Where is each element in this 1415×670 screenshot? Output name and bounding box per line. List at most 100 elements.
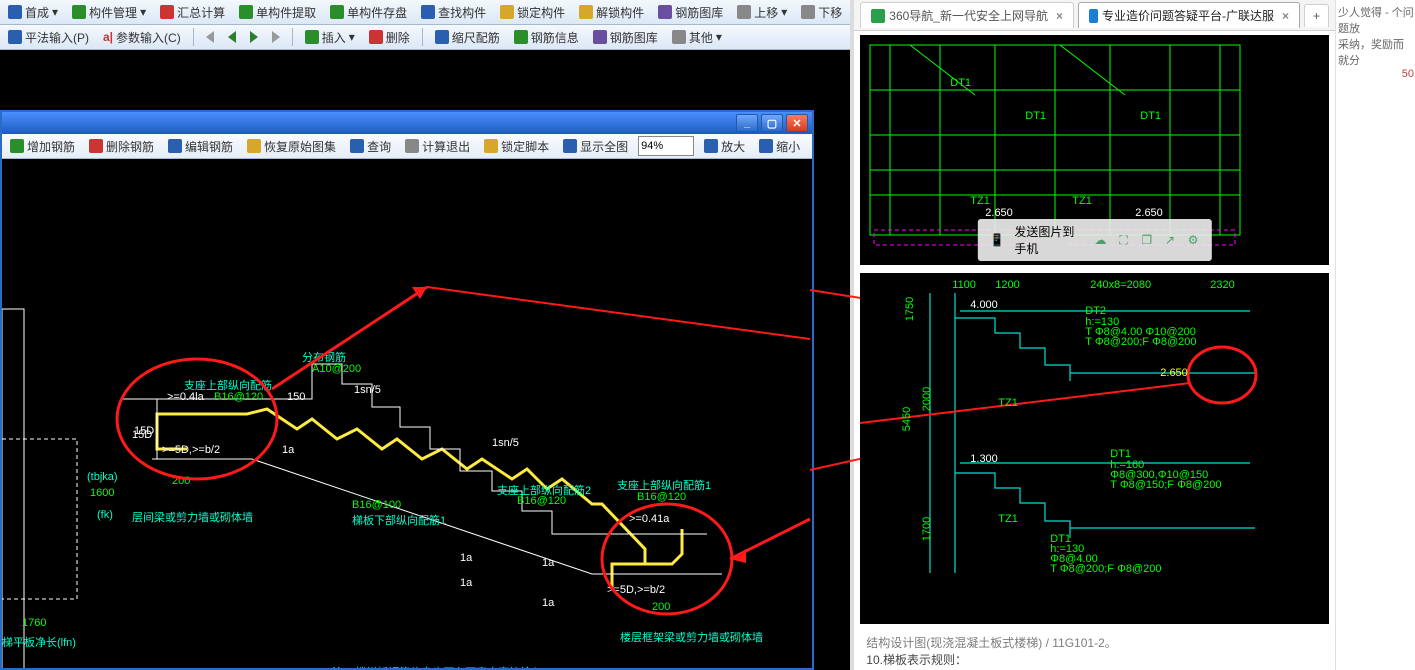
suochi-button[interactable]: 缩尺配筋 (431, 29, 504, 46)
label-1600: 1600 (90, 487, 114, 499)
nav-next[interactable] (246, 31, 262, 43)
label-d150: 150 (287, 391, 305, 403)
up-icon (737, 5, 751, 19)
zoom-input[interactable] (638, 136, 694, 156)
tb-item-10[interactable]: 下移 (797, 4, 846, 21)
info-line2: 采纳，奖励而就分 (1338, 36, 1414, 68)
label-200r: 200 (652, 601, 670, 613)
tb-item-0[interactable]: 首成 ▾ (4, 4, 62, 21)
rd-2000: 2000 (922, 387, 934, 411)
share-icon[interactable]: ↗ (1163, 232, 1176, 248)
new-tab-button[interactable]: + (1304, 4, 1329, 27)
zoom-in-button[interactable]: 放大 (700, 138, 749, 155)
label-1760: 1760 (22, 617, 46, 629)
tb-item-9[interactable]: 上移 ▾ (733, 4, 791, 21)
tb-item-4[interactable]: 单构件存盘 (326, 4, 411, 21)
param-icon: a| (103, 30, 113, 44)
cad-canvas[interactable]: 15D 分布钢筋 A10@200 支座上部纵向配筋 >=0.4la B16@12… (2, 159, 812, 668)
label-b16c: B16@120 (637, 491, 686, 503)
cloud-icon[interactable]: ☁ (1094, 232, 1107, 248)
canshu-button[interactable]: a|参数输入(C) (99, 29, 185, 46)
label-lfn: 梯平板净长(lfn) (2, 634, 76, 650)
label-b16b: B16@120 (517, 495, 566, 507)
input-toolbar: 平法输入(P) a|参数输入(C) 插入 ▾ 删除 缩尺配筋 钢筋信息 钢筋图库… (0, 25, 850, 50)
label-ge5d: >=5D,>=b/2 (162, 444, 220, 456)
label-b16a: B16@120 (214, 391, 263, 403)
showall-icon (563, 139, 577, 153)
delete-button[interactable]: 删除 (365, 29, 414, 46)
r-2650-a: 2.650 (985, 207, 1013, 219)
expand-icon[interactable]: ⛶ (1117, 232, 1130, 248)
tab-glodon[interactable]: 专业造价问题答疑平台-广联达服× (1078, 2, 1300, 28)
label-la3: 1a (542, 557, 554, 569)
window-min-button[interactable]: _ (736, 114, 758, 132)
gjtk-button[interactable]: 钢筋图库 (589, 29, 662, 46)
rd-1700: 1700 (922, 517, 934, 541)
label-lckj: 楼层框架梁或剪力墙或砌体墙 (620, 629, 763, 645)
nav-prev[interactable] (224, 31, 240, 43)
restore-icon (247, 139, 261, 153)
insert-button[interactable]: 插入 ▾ (301, 29, 359, 46)
rd-5450: 5450 (902, 407, 914, 431)
pingfa-button[interactable]: 平法输入(P) (4, 29, 93, 46)
rd-t6: T Φ8@200;F Φ8@200 (1050, 563, 1161, 575)
image-panel-2[interactable]: 4.000 1.300 2.650 1750 2000 5450 1700 11… (860, 273, 1329, 624)
label-la4: 1a (460, 577, 472, 589)
tb-item-8[interactable]: 钢筋图库 (654, 4, 727, 21)
rd-2650: 2.650 (1160, 367, 1188, 379)
rd-pkx: 240x8=2080 (1090, 279, 1151, 291)
image-panel-1[interactable]: DT1 DT1 DT1 TZ1 TZ1 2.650 2.650 📱 发送图片到手… (860, 35, 1329, 265)
tab2-close-icon[interactable]: × (1282, 9, 1289, 23)
window-close-button[interactable]: ✕ (786, 114, 808, 132)
window-max-button[interactable]: ▢ (761, 114, 783, 132)
r-dt1-b: DT1 (1025, 110, 1046, 122)
lock-script-button[interactable]: 锁定脚本 (480, 138, 553, 155)
r-dt1-a: DT1 (950, 77, 971, 89)
unlock-icon (579, 5, 593, 19)
footer-caption: 结构设计图(现浇混凝土板式楼梯) / 11G101-2。 10.梯板表示规则： (860, 632, 1329, 670)
gjinfo-button[interactable]: 钢筋信息 (510, 29, 583, 46)
query-button[interactable]: 查询 (346, 138, 395, 155)
info-icon (514, 30, 528, 44)
rd-t4: T Φ8@150;F Φ8@200 (1110, 479, 1221, 491)
work-area: _ ▢ ✕ 增加钢筋 删除钢筋 编辑钢筋 恢复原始图集 查询 计算退出 锁定脚本… (0, 50, 850, 670)
rd-tz1a: TZ1 (998, 397, 1018, 409)
rd-tz1b: TZ1 (998, 513, 1018, 525)
gear-icon[interactable]: ⚙ (1187, 232, 1200, 248)
tb-item-7[interactable]: 解锁构件 (575, 4, 648, 21)
label-la1: 1a (282, 444, 294, 456)
tb-item-6[interactable]: 锁定构件 (496, 4, 569, 21)
zoomin-icon (704, 139, 718, 153)
tb-item-5[interactable]: 查找构件 (417, 4, 490, 21)
label-b16100: B16@100 (352, 499, 401, 511)
tb-item-2[interactable]: 汇总计算 (156, 4, 229, 21)
nav-last[interactable] (268, 31, 284, 43)
tab2-favicon-icon (1089, 9, 1098, 23)
zoom-out-button[interactable]: 缩小 (755, 138, 804, 155)
tab-360[interactable]: 360导航_新一代安全上网导航× (860, 2, 1074, 28)
other-button[interactable]: 其他 ▾ (668, 29, 726, 46)
home-icon (8, 5, 22, 19)
del-rebar-button[interactable]: 删除钢筋 (85, 138, 158, 155)
label-ge5dr: >=5D,>=b/2 (607, 584, 665, 596)
sum-icon (160, 5, 174, 19)
insert-icon (305, 30, 319, 44)
down-icon (801, 5, 815, 19)
restore-button[interactable]: 恢复原始图集 (243, 138, 340, 155)
add-rebar-button[interactable]: 增加钢筋 (6, 138, 79, 155)
send-to-phone-button[interactable]: 📱 (989, 232, 1004, 248)
nav-first[interactable] (202, 31, 218, 43)
delete-icon (369, 30, 383, 44)
calc-exit-button[interactable]: 计算退出 (401, 138, 474, 155)
tb-item-1[interactable]: 构件管理 ▾ (68, 4, 150, 21)
tb-item-3[interactable]: 单构件提取 (235, 4, 320, 21)
rd-2320: 2320 (1210, 279, 1234, 291)
add-icon (10, 139, 24, 153)
copy-icon[interactable]: ❐ (1140, 232, 1153, 248)
library-icon (593, 30, 607, 44)
tab1-close-icon[interactable]: × (1056, 9, 1063, 23)
show-all-button[interactable]: 显示全图 (559, 138, 632, 155)
label-ge41a: >=0.4la (167, 391, 204, 403)
edit-rebar-button[interactable]: 编辑钢筋 (164, 138, 237, 155)
label-la2: 1a (460, 552, 472, 564)
